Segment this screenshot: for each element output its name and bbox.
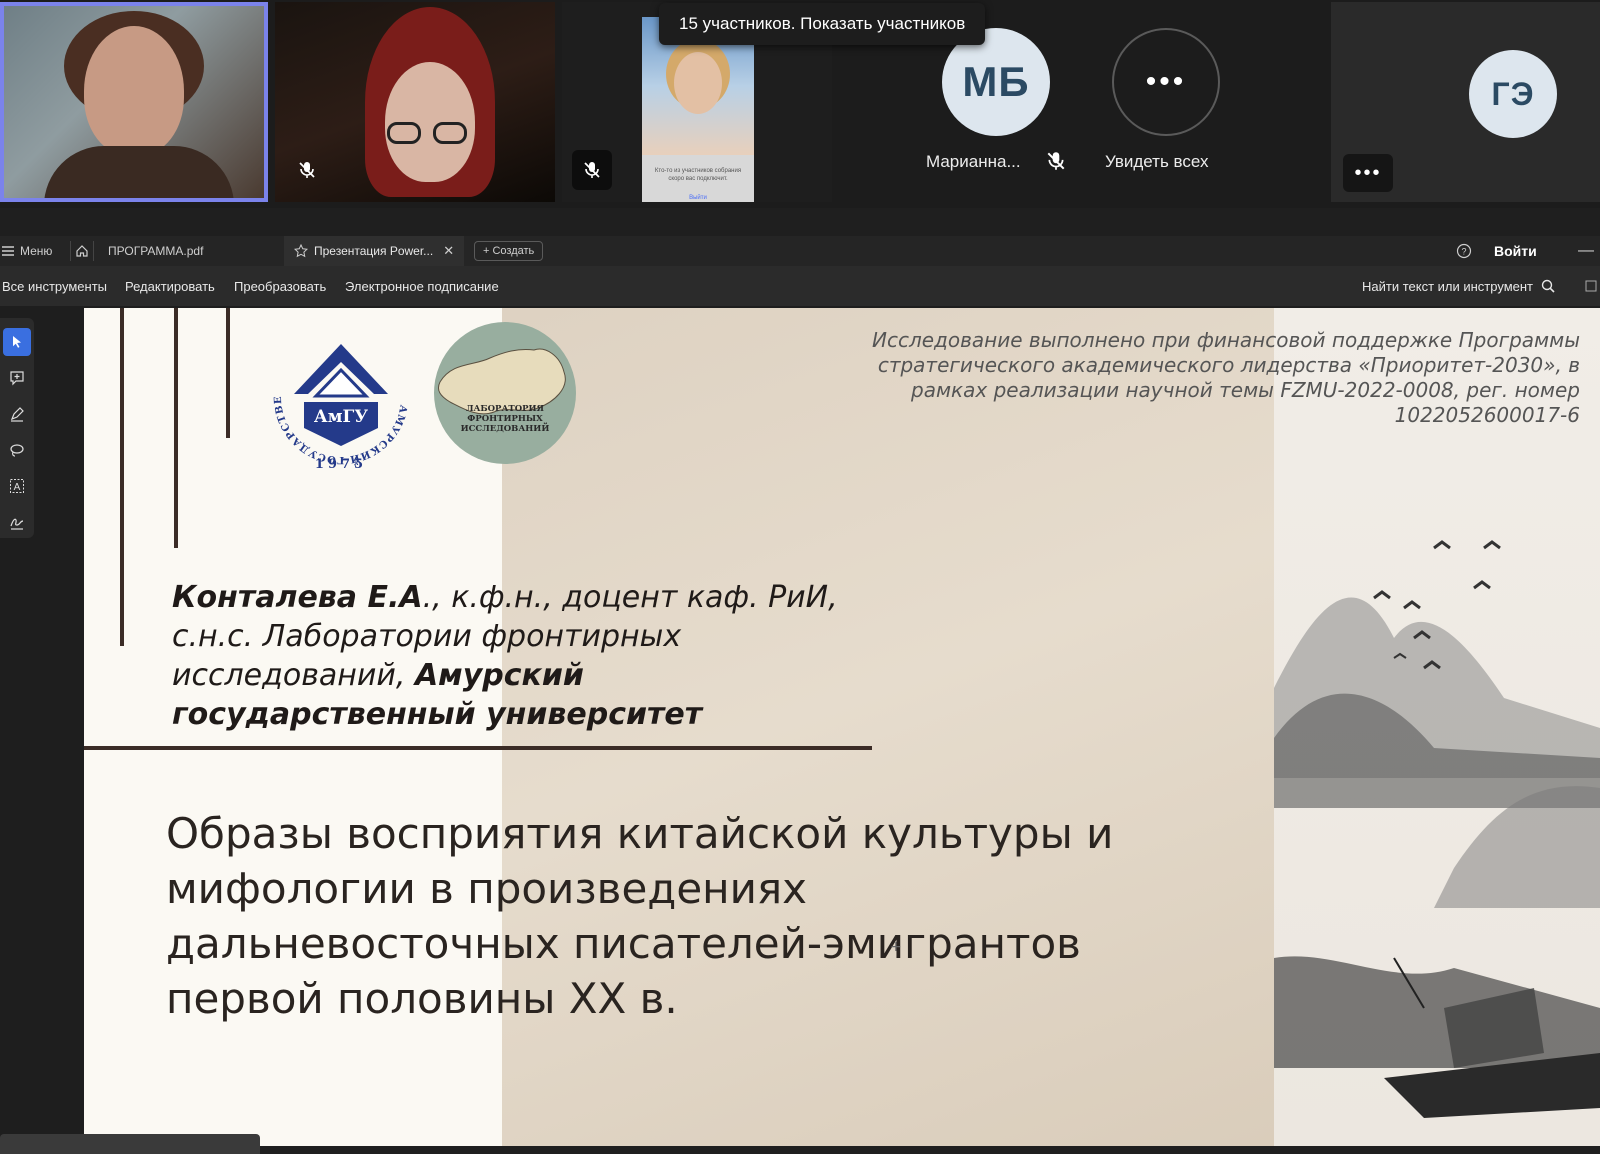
mic-off-icon — [572, 150, 612, 190]
minimize-icon[interactable]: — — [1578, 236, 1594, 266]
search-tools-input[interactable]: Найти текст или инструмент — [1362, 266, 1555, 306]
star-icon[interactable] — [294, 244, 308, 258]
search-tools-label: Найти текст или инструмент — [1362, 278, 1533, 294]
add-comment-icon[interactable] — [3, 364, 31, 392]
home-button[interactable] — [70, 241, 94, 261]
participant-face — [674, 52, 722, 114]
menu-button[interactable]: Меню — [2, 236, 52, 266]
signature-icon[interactable] — [3, 508, 31, 536]
participant-body — [44, 146, 234, 198]
lab-logo-text: ЛАБОРАТОРИЯ ФРОНТИРНЫХ ИССЛЕДОВАНИЙ — [460, 404, 550, 434]
tab-bar: Меню ПРОГРАММА.pdf Презентация Power... … — [0, 236, 1600, 266]
frontier-lab-logo: ЛАБОРАТОРИЯ ФРОНТИРНЫХ ИССЛЕДОВАНИЙ — [434, 322, 576, 464]
tools-toolbar: Все инструменты Редактировать Преобразов… — [0, 266, 1600, 306]
phone-screen-text: Кто-то из участников собрания скоро вас … — [654, 168, 742, 182]
svg-text:A: A — [14, 482, 21, 493]
participants-tooltip[interactable]: 15 участников. Показать участников — [659, 3, 986, 45]
bottom-status-popup[interactable] — [0, 1134, 260, 1154]
funding-statement: Исследование выполнено при финансовой по… — [872, 328, 1580, 427]
ink-painting-panel — [1274, 308, 1600, 1146]
tab-programma[interactable]: ПРОГРАММА.pdf — [108, 236, 203, 266]
mic-off-icon — [1045, 150, 1067, 177]
participant-strip: Кто-то из участников собрания скоро вас … — [0, 0, 1600, 208]
phone-screen-link: Выйти — [689, 195, 707, 201]
e-sign-button[interactable]: Электронное подписание — [345, 266, 499, 306]
sign-in-button[interactable]: Войти — [1494, 236, 1537, 266]
panel-icon[interactable] — [1585, 266, 1597, 306]
svg-text:?: ? — [1461, 247, 1466, 257]
edit-button[interactable]: Редактировать — [125, 266, 215, 306]
participant-video-tile[interactable] — [275, 2, 555, 202]
menu-label: Меню — [20, 244, 53, 258]
tab-presentation[interactable]: Презентация Power... ✕ — [284, 236, 464, 266]
hamburger-icon — [2, 246, 14, 256]
more-options-button[interactable]: ••• — [1343, 154, 1393, 192]
decorative-bar — [120, 308, 124, 646]
decorative-bar — [174, 308, 178, 548]
participant-name: Марианна... — [926, 152, 1021, 171]
text-recognition-icon[interactable]: A — [3, 472, 31, 500]
select-cursor-icon[interactable] — [3, 328, 31, 356]
participant-avatar-tile[interactable]: ГЭ ••• — [1331, 2, 1600, 202]
participant-face — [84, 26, 184, 156]
quick-tools-bar: A — [0, 318, 34, 538]
home-icon — [76, 245, 88, 257]
participant-video-tile-active[interactable] — [0, 2, 268, 202]
tab-label: Презентация Power... — [314, 244, 434, 258]
author-name: Конталева Е.А — [172, 580, 423, 615]
tab-label: ПРОГРАММА.pdf — [108, 244, 204, 258]
decorative-bar — [226, 308, 230, 438]
slide-title: Образы восприятия китайской культуры и м… — [166, 809, 1114, 1023]
logo-abbr: АмГУ — [314, 407, 368, 427]
mic-off-icon — [287, 150, 327, 190]
avatar: ГЭ — [1469, 50, 1557, 138]
author-info: Конталева Е.А., к.ф.н., доцент каф. РиИ,… — [172, 578, 892, 734]
glasses — [387, 122, 421, 144]
all-tools-button[interactable]: Все инструменты — [2, 266, 107, 306]
close-icon[interactable]: ✕ — [443, 243, 454, 259]
search-icon — [1541, 279, 1555, 293]
highlight-pen-icon[interactable] — [3, 400, 31, 428]
draw-freeform-icon[interactable] — [3, 436, 31, 464]
crosshair-cursor-icon: + — [890, 939, 902, 955]
amgu-university-logo: АМУРСКИЙ ГОСУДАРСТВЕННЫЙ УНИВЕРСИТЕТ АмГ… — [266, 322, 408, 472]
see-all-label[interactable]: Увидеть всех — [1105, 152, 1208, 172]
decorative-divider — [84, 746, 872, 750]
convert-button[interactable]: Преобразовать — [234, 266, 326, 306]
logo-year: 1975 — [315, 457, 367, 472]
presentation-slide: АМУРСКИЙ ГОСУДАРСТВЕННЫЙ УНИВЕРСИТЕТ АмГ… — [84, 308, 1600, 1146]
ink-landscape-illustration — [1274, 540, 1600, 1118]
glasses — [433, 122, 467, 144]
help-icon[interactable]: ? — [1456, 236, 1472, 266]
pdf-viewer-app: Меню ПРОГРАММА.pdf Презентация Power... … — [0, 236, 1600, 1154]
create-button[interactable]: + Создать — [474, 241, 544, 261]
see-all-button[interactable]: ••• — [1112, 28, 1220, 136]
